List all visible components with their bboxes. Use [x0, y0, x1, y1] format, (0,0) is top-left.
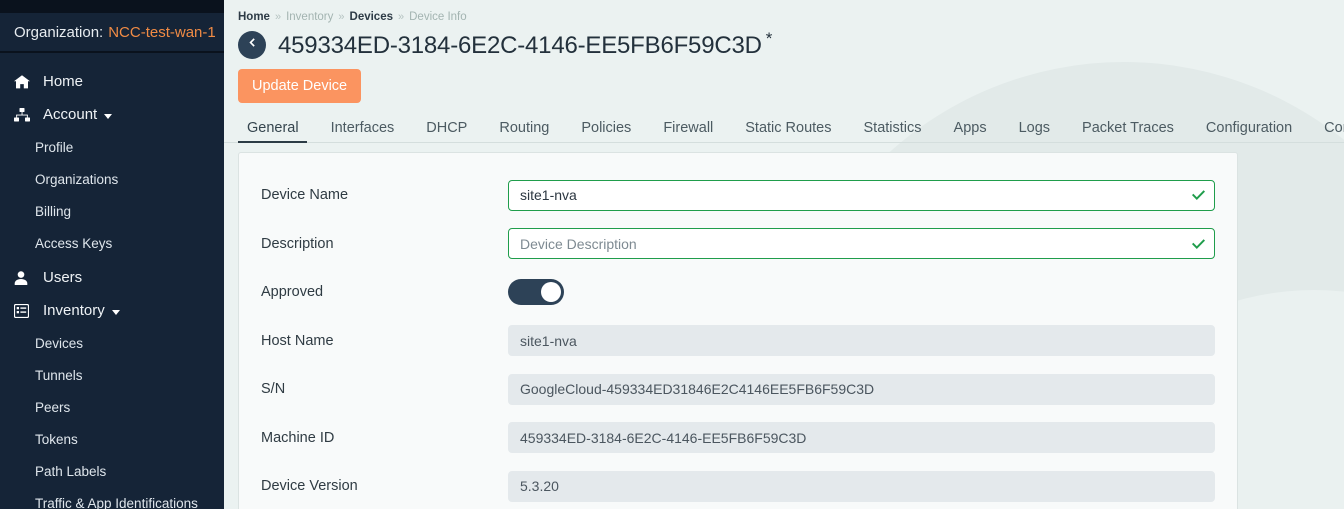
sidebar-item-label-account: Account	[43, 106, 97, 123]
home-icon	[14, 74, 36, 90]
field-row-device-version: Device Version	[261, 462, 1215, 509]
breadcrumb-item-devices[interactable]: Devices	[350, 11, 393, 23]
tab-firewall[interactable]: Firewall	[647, 120, 729, 143]
breadcrumb-item-device-info: Device Info	[409, 11, 467, 23]
sidebar-item-peers[interactable]: Peers	[0, 391, 224, 423]
sidebar-item-tunnels[interactable]: Tunnels	[0, 359, 224, 391]
field-row-description: Description	[261, 220, 1215, 269]
sidebar-item-label-profile: Profile	[35, 140, 73, 155]
label-approved: Approved	[261, 284, 508, 300]
field-row-device-name: Device Name	[261, 171, 1215, 220]
tab-packet-traces[interactable]: Packet Traces	[1066, 120, 1190, 143]
sidebar-item-label-organizations: Organizations	[35, 172, 118, 187]
machine-id-input	[508, 422, 1215, 453]
user-icon	[14, 270, 36, 286]
breadcrumb-separator: »	[275, 11, 281, 23]
tab-interfaces[interactable]: Interfaces	[315, 120, 411, 143]
tab-statistics[interactable]: Statistics	[848, 120, 938, 143]
sidebar-top-strip	[0, 0, 224, 13]
sidebar: Organization: NCC-test-wan-1 Home	[0, 0, 224, 509]
sidebar-item-label-peers: Peers	[35, 400, 70, 415]
page-title-text: 459334ED-3184-6E2C-4146-EE5FB6F59C3D	[278, 32, 762, 59]
general-settings-card: Device Name Description Ap	[238, 152, 1238, 509]
sidebar-item-path-labels[interactable]: Path Labels	[0, 455, 224, 487]
breadcrumb-separator: »	[338, 11, 344, 23]
sidebar-item-access-keys[interactable]: Access Keys	[0, 227, 224, 259]
breadcrumb-separator: »	[398, 11, 404, 23]
label-device-version: Device Version	[261, 478, 508, 494]
arrow-left-circle-icon	[245, 35, 260, 55]
field-row-sn: S/N	[261, 365, 1215, 414]
label-machine-id: Machine ID	[261, 430, 508, 446]
chevron-down-icon	[104, 114, 112, 119]
sidebar-item-label-inventory: Inventory	[43, 302, 105, 319]
label-sn: S/N	[261, 381, 508, 397]
organization-bar[interactable]: Organization: NCC-test-wan-1	[0, 13, 224, 53]
sidebar-item-tokens[interactable]: Tokens	[0, 423, 224, 455]
tab-routing[interactable]: Routing	[483, 120, 565, 143]
tab-dhcp[interactable]: DHCP	[410, 120, 483, 143]
sidebar-item-label-tokens: Tokens	[35, 432, 78, 447]
breadcrumb: Home » Inventory » Devices » Device Info	[224, 0, 1344, 23]
sidebar-item-inventory[interactable]: Inventory	[0, 294, 224, 327]
toggle-knob	[541, 282, 561, 302]
sidebar-item-label-access-keys: Access Keys	[35, 236, 112, 251]
label-device-name: Device Name	[261, 187, 508, 203]
sidebar-item-billing[interactable]: Billing	[0, 195, 224, 227]
label-host-name: Host Name	[261, 333, 508, 349]
label-description: Description	[261, 236, 508, 252]
unsaved-changes-marker: *	[766, 29, 772, 48]
sidebar-item-label-path-labels: Path Labels	[35, 464, 106, 479]
tab-command[interactable]: Command	[1308, 120, 1344, 143]
page-title: 459334ED-3184-6E2C-4146-EE5FB6F59C3D*	[278, 29, 772, 60]
organization-name: NCC-test-wan-1	[108, 24, 216, 41]
main-content: Home » Inventory » Devices » Device Info…	[224, 0, 1344, 509]
list-icon	[14, 303, 36, 319]
back-button[interactable]	[238, 31, 266, 59]
sidebar-item-home[interactable]: Home	[0, 65, 224, 98]
field-row-machine-id: Machine ID	[261, 414, 1215, 463]
update-device-button[interactable]: Update Device	[238, 69, 361, 103]
tab-configuration[interactable]: Configuration	[1190, 120, 1308, 143]
sidebar-nav: Home Account Profile Organizations	[0, 53, 224, 509]
page-header: 459334ED-3184-6E2C-4146-EE5FB6F59C3D*	[224, 23, 1344, 60]
device-tabs: General Interfaces DHCP Routing Policies…	[224, 113, 1344, 143]
sidebar-item-profile[interactable]: Profile	[0, 131, 224, 163]
device-version-input	[508, 471, 1215, 502]
approved-toggle[interactable]	[508, 279, 564, 305]
check-icon	[1191, 238, 1206, 250]
sidebar-item-label-home: Home	[43, 73, 83, 90]
sidebar-item-account[interactable]: Account	[0, 98, 224, 131]
serial-number-input	[508, 374, 1215, 405]
field-row-approved: Approved	[261, 268, 1215, 317]
sidebar-item-label-traffic-app-identifications: Traffic & App Identifications	[35, 496, 198, 509]
sidebar-item-organizations[interactable]: Organizations	[0, 163, 224, 195]
breadcrumb-item-inventory[interactable]: Inventory	[286, 11, 333, 23]
sidebar-item-users[interactable]: Users	[0, 261, 224, 294]
sitemap-icon	[14, 107, 36, 123]
description-input[interactable]	[508, 228, 1215, 259]
tab-static-routes[interactable]: Static Routes	[729, 120, 847, 143]
breadcrumb-item-home[interactable]: Home	[238, 11, 270, 23]
check-icon	[1191, 189, 1206, 201]
sidebar-item-label-users: Users	[43, 269, 82, 286]
organization-label: Organization:	[14, 24, 103, 41]
sidebar-item-label-billing: Billing	[35, 204, 71, 219]
host-name-input	[508, 325, 1215, 356]
sidebar-item-traffic-app-identifications[interactable]: Traffic & App Identifications	[0, 487, 224, 509]
tab-apps[interactable]: Apps	[938, 120, 1003, 143]
field-row-host-name: Host Name	[261, 317, 1215, 366]
chevron-down-icon	[112, 310, 120, 315]
sidebar-item-devices[interactable]: Devices	[0, 327, 224, 359]
tab-general[interactable]: General	[238, 120, 315, 143]
sidebar-item-label-tunnels: Tunnels	[35, 368, 83, 383]
sidebar-item-label-devices: Devices	[35, 336, 83, 351]
tab-policies[interactable]: Policies	[565, 120, 647, 143]
tab-logs[interactable]: Logs	[1003, 120, 1066, 143]
device-name-input[interactable]	[508, 180, 1215, 211]
